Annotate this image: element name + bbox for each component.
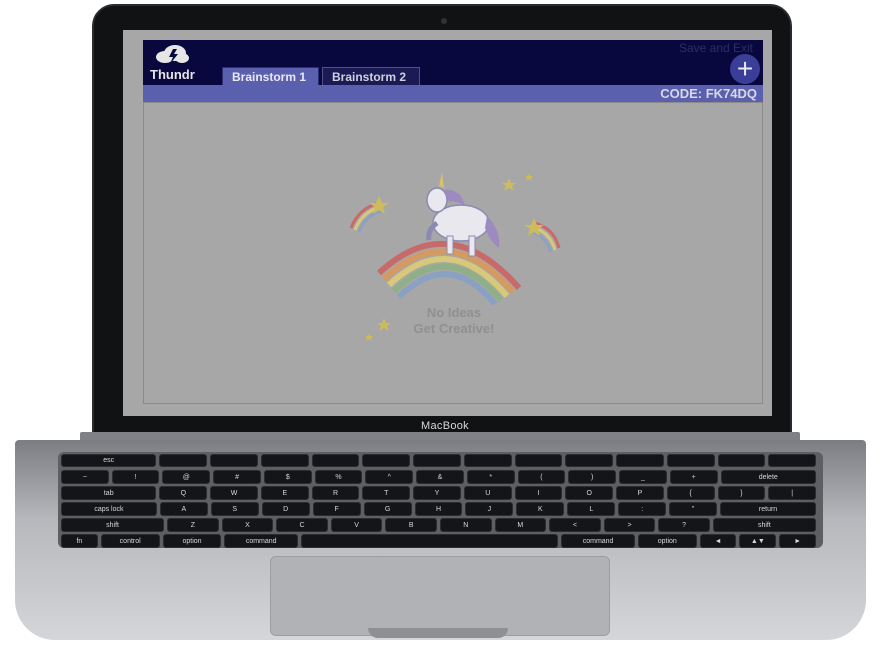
tab-brainstorm-1[interactable]: Brainstorm 1 (222, 67, 319, 85)
key[interactable]: V (330, 518, 383, 532)
key[interactable]: A (159, 502, 208, 516)
trackpad[interactable] (270, 556, 610, 636)
lid-notch (368, 628, 508, 638)
empty-state-title: No Ideas (426, 305, 482, 320)
key[interactable]: _ (619, 470, 667, 484)
key[interactable]: Z (167, 518, 219, 532)
key[interactable]: esc (61, 454, 157, 467)
key[interactable]: * (466, 470, 515, 484)
key[interactable]: ( (517, 470, 566, 484)
key[interactable]: J (465, 502, 514, 516)
key[interactable]: control (100, 534, 160, 548)
key[interactable] (768, 454, 816, 467)
key[interactable]: ▲▼ (739, 534, 777, 548)
camera-icon (441, 18, 447, 24)
thunder-cloud-icon (156, 45, 189, 64)
key[interactable]: tab (61, 486, 157, 500)
session-code-bar: CODE: FK74DQ (143, 85, 763, 102)
key[interactable]: return (720, 502, 816, 516)
key[interactable]: & (416, 470, 464, 484)
key[interactable]: Q (159, 486, 208, 500)
key[interactable] (514, 454, 563, 467)
key[interactable]: U (463, 486, 512, 500)
key[interactable]: $ (263, 470, 312, 484)
key[interactable]: I (514, 486, 563, 500)
key[interactable] (413, 454, 461, 467)
key[interactable]: G (363, 502, 412, 516)
key[interactable]: ! (111, 470, 160, 484)
device-brand-label: MacBook (421, 420, 469, 432)
key[interactable]: ~ (61, 470, 109, 484)
key[interactable]: < (549, 518, 601, 532)
key[interactable]: K (516, 502, 565, 516)
thundr-app: Thundr Brainstorm 1 Brainstorm 2 Save an… (143, 40, 763, 410)
key[interactable]: M (494, 518, 547, 532)
key[interactable]: ^ (365, 470, 414, 484)
key[interactable]: # (213, 470, 261, 484)
key[interactable]: O (565, 486, 614, 500)
app-header: Thundr Brainstorm 1 Brainstorm 2 Save an… (143, 40, 763, 85)
key[interactable]: } (717, 486, 766, 500)
key[interactable]: T (362, 486, 411, 500)
key[interactable]: ► (779, 534, 816, 548)
key[interactable]: X (221, 518, 274, 532)
key[interactable]: caps lock (61, 502, 157, 516)
key[interactable]: shift (61, 518, 165, 532)
tab-brainstorm-2[interactable]: Brainstorm 2 (322, 67, 420, 85)
key[interactable]: + (669, 470, 718, 484)
key[interactable]: R (311, 486, 360, 500)
key[interactable]: D (261, 502, 310, 516)
key[interactable] (463, 454, 512, 467)
key[interactable]: C (276, 518, 328, 532)
key[interactable]: { (666, 486, 715, 500)
key[interactable]: W (210, 486, 258, 500)
key[interactable]: ◄ (699, 534, 737, 548)
key[interactable]: F (312, 502, 361, 516)
key[interactable]: delete (720, 470, 816, 484)
key[interactable] (311, 454, 360, 467)
key[interactable]: command (561, 534, 635, 548)
key[interactable] (616, 454, 664, 467)
key[interactable] (210, 454, 258, 467)
key[interactable] (159, 454, 208, 467)
key[interactable]: option (162, 534, 222, 548)
key[interactable]: shift (712, 518, 816, 532)
key[interactable]: > (603, 518, 656, 532)
key[interactable] (300, 534, 559, 548)
key[interactable]: ? (658, 518, 710, 532)
ideas-canvas[interactable]: No Ideas Get Creative! (143, 102, 763, 404)
keyboard: esc ~! @ # $% ^ & *() _ + delete tab Q W E R T Y U I O P{} | ca… (58, 452, 823, 548)
key[interactable] (362, 454, 411, 467)
key[interactable]: : (618, 502, 667, 516)
key[interactable]: S (210, 502, 259, 516)
key[interactable]: % (314, 470, 363, 484)
key[interactable]: " (669, 502, 718, 516)
key[interactable]: fn (61, 534, 98, 548)
key[interactable]: ) (568, 470, 617, 484)
key[interactable]: @ (162, 470, 211, 484)
key[interactable] (717, 454, 766, 467)
key[interactable]: H (414, 502, 463, 516)
key[interactable] (666, 454, 715, 467)
key[interactable] (260, 454, 309, 467)
add-brainstorm-button[interactable]: + (730, 54, 760, 84)
key[interactable] (565, 454, 614, 467)
app-name: Thundr (150, 67, 195, 82)
key[interactable]: P (616, 486, 664, 500)
key[interactable]: option (637, 534, 697, 548)
key[interactable]: | (768, 486, 816, 500)
key[interactable]: Y (413, 486, 461, 500)
key[interactable]: B (385, 518, 437, 532)
laptop-screen: Thundr Brainstorm 1 Brainstorm 2 Save an… (123, 30, 772, 416)
key[interactable]: command (224, 534, 298, 548)
plus-icon: + (736, 53, 754, 84)
key[interactable]: L (567, 502, 616, 516)
empty-state-subtitle: Get Creative! (413, 321, 495, 336)
key[interactable]: N (440, 518, 492, 532)
key[interactable]: E (260, 486, 309, 500)
session-code: CODE: FK74DQ (660, 86, 757, 101)
